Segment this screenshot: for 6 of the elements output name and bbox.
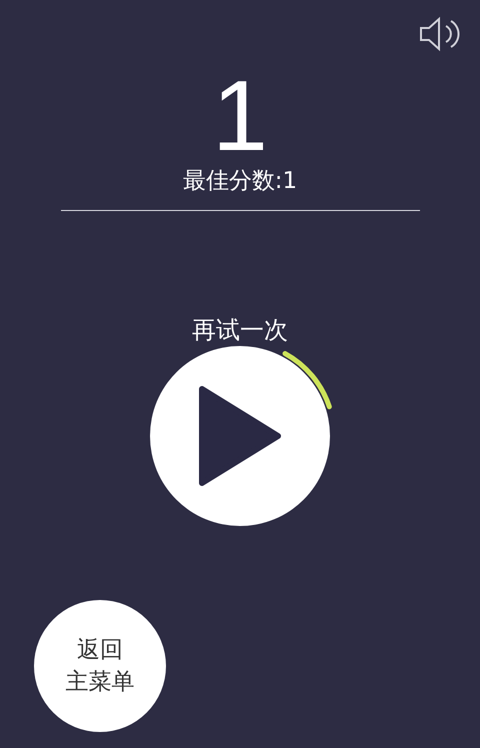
timer-arc xyxy=(282,351,332,410)
score: 1 xyxy=(212,66,268,166)
main-menu-button[interactable]: 返回 主菜单 xyxy=(34,600,166,732)
best-score: 最佳分数:1 xyxy=(182,167,298,196)
play-icon xyxy=(196,383,284,489)
retry-label: 再试一次 xyxy=(192,315,288,345)
